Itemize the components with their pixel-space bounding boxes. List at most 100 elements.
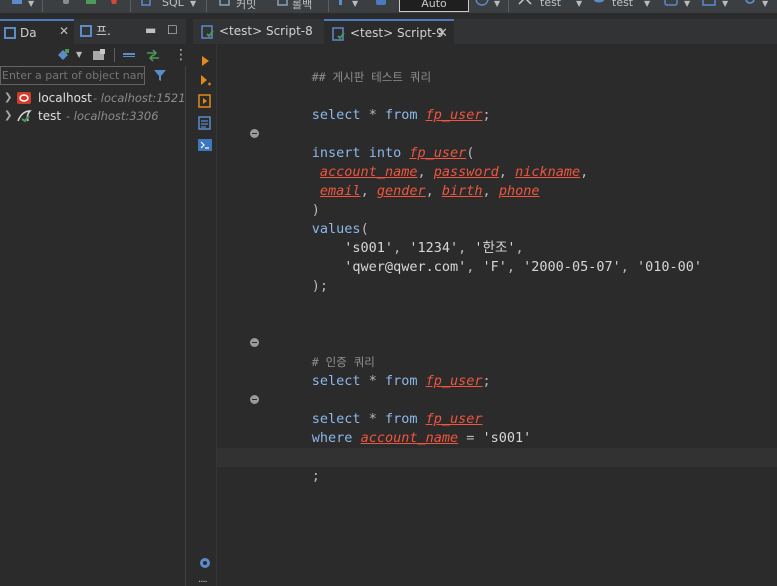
sql-punctuation: ; (482, 107, 491, 123)
commit-button[interactable]: 커밋 (236, 0, 256, 12)
execute-script-icon[interactable] (198, 94, 212, 108)
search-dropdown-icon[interactable]: ▼ (762, 0, 768, 8)
rollback-icon[interactable] (276, 0, 290, 10)
sql-script-icon (201, 25, 214, 39)
active-schema-select[interactable]: test (612, 0, 633, 9)
execute-statement-icon[interactable] (198, 54, 212, 68)
history-dropdown-icon[interactable]: ▼ (494, 0, 500, 8)
main-toolbar: ▼ SQL ▼ 커밋 롤백 ▼ Auto ▼ test ▼ test ▼ ▼ ▼… (0, 0, 777, 13)
active-connection-select[interactable]: test (540, 0, 561, 9)
new-folder-icon[interactable] (92, 48, 106, 62)
sql-identifier: phone (498, 183, 540, 199)
tab-projects[interactable]: 프. (76, 19, 136, 44)
code-line: and password = '1234' (263, 429, 483, 465)
object-name-filter-input[interactable] (0, 66, 145, 85)
tab-script-9[interactable]: <test> Script-9 ✕ (324, 19, 454, 44)
commit-icon[interactable] (218, 0, 232, 10)
tab-script-8[interactable]: <test> Script-8 (193, 19, 321, 44)
sql-punctuation: , (482, 183, 491, 199)
more-options-icon[interactable]: .... (198, 574, 212, 586)
dashboard-icon[interactable] (664, 0, 678, 10)
sql-string: 'F' (482, 259, 507, 275)
sql-identifier: birth (441, 183, 483, 199)
sql-punctuation: ; (311, 468, 320, 484)
sql-button[interactable]: SQL (162, 0, 184, 9)
grid-dropdown-icon[interactable]: ▼ (722, 0, 728, 8)
filter-icon[interactable] (153, 68, 167, 82)
editor-tab-bar: <test> Script-8 <test> Script-9 ✕ (193, 19, 777, 44)
minimize-icon[interactable]: ▬ (145, 23, 156, 37)
settings-gear-icon[interactable] (198, 556, 212, 570)
tab-label: <test> Script-9 (350, 26, 444, 40)
explain-plan-icon[interactable] (198, 116, 212, 130)
sql-identifier: gender (376, 183, 426, 199)
sql-punctuation: , (360, 183, 369, 199)
output-console-icon[interactable] (198, 138, 212, 152)
fold-toggle-icon[interactable] (250, 129, 259, 138)
tab-label: <test> Script-8 (219, 24, 313, 38)
connect-icon[interactable] (84, 0, 98, 10)
new-connection-icon[interactable] (56, 48, 70, 62)
navigator-toolbar: ▼ ⋮ (0, 44, 188, 66)
search-icon[interactable] (744, 0, 758, 10)
sql-string: 's001' (482, 430, 532, 446)
history-icon[interactable] (475, 0, 489, 10)
code-line: ## 게시판 테스트 쿼리 (263, 49, 431, 84)
sql-punctuation: , (580, 164, 589, 180)
sql-keyword: select (311, 373, 361, 389)
fold-toggle-icon[interactable] (250, 395, 259, 404)
tree-item-label: test (38, 109, 62, 123)
close-icon[interactable]: ✕ (59, 24, 69, 38)
sql-editor-area: <test> Script-8 <test> Script-9 ✕ .... #… (193, 19, 777, 586)
rollback-button[interactable]: 롤백 (292, 0, 312, 12)
mysql-connection-icon (17, 110, 32, 123)
close-tab-icon[interactable]: ✕ (437, 21, 448, 46)
expand-icon[interactable]: ❯ (4, 89, 12, 107)
sql-keyword: from (384, 373, 418, 389)
collapse-all-icon[interactable] (122, 48, 136, 62)
grid-icon[interactable] (702, 0, 716, 10)
sql-dropdown-icon[interactable]: ▼ (190, 0, 196, 8)
code-line: select * from fp_user (263, 391, 483, 427)
transaction-dropdown-icon[interactable]: ▼ (352, 0, 358, 8)
tree-item-localhost[interactable]: ❯ localhost - localhost:1521 (0, 89, 186, 107)
navigator-icon[interactable] (10, 0, 24, 10)
toolbar-separator (328, 0, 329, 12)
schema-dropdown-icon[interactable]: ▼ (644, 0, 650, 8)
sql-keyword: select (311, 107, 361, 123)
navigator-dropdown-icon[interactable]: ▼ (28, 0, 34, 8)
toolbar-separator (508, 0, 509, 12)
code-line: ); (263, 258, 328, 294)
dashboard-dropdown-icon[interactable]: ▼ (684, 0, 690, 8)
sql-string: 'qwer@qwer.com' (344, 259, 467, 275)
transaction-mode-icon[interactable] (336, 0, 346, 10)
code-line: # 인증 쿼리 (263, 334, 375, 369)
tree-item-host: - localhost:1521 (93, 91, 186, 105)
oracle-connection-icon (17, 92, 31, 104)
active-connection-icon[interactable] (518, 0, 532, 10)
expand-icon[interactable]: ❯ (4, 107, 12, 125)
toolbar-separator (114, 48, 115, 62)
sql-punctuation: , (466, 259, 475, 275)
maximize-icon[interactable]: ☐ (167, 23, 178, 37)
execute-in-new-tab-icon[interactable] (198, 74, 212, 88)
schema-icon[interactable] (592, 0, 606, 10)
sql-editor-icon[interactable] (140, 0, 154, 10)
invalidate-icon[interactable] (108, 0, 120, 10)
sql-punctuation: , (506, 259, 516, 275)
sql-keyword: from (384, 107, 418, 123)
code-line: select * from fp_user; (263, 353, 491, 389)
disconnect-icon[interactable] (60, 0, 72, 10)
link-with-editor-icon[interactable] (146, 48, 160, 62)
connection-dropdown-icon[interactable]: ▼ (576, 0, 582, 8)
lock-icon[interactable] (374, 0, 388, 10)
tree-item-test[interactable]: ❯ test - localhost:3306 (0, 107, 186, 125)
editor-side-toolbar: .... (193, 44, 217, 586)
fold-toggle-icon[interactable] (250, 338, 259, 347)
sql-code-editor[interactable]: ## 게시판 테스트 쿼리 select * from fp_user; ins… (217, 44, 777, 586)
navigator-tab-bar: Da ✕ 프. ▬ ☐ (0, 19, 186, 44)
sql-comment: ## 게시판 테스트 쿼리 (311, 70, 432, 84)
new-connection-dropdown-icon[interactable]: ▼ (76, 50, 82, 59)
view-menu-icon[interactable]: ⋮ (174, 47, 188, 63)
transaction-mode-select[interactable]: Auto (399, 0, 469, 12)
